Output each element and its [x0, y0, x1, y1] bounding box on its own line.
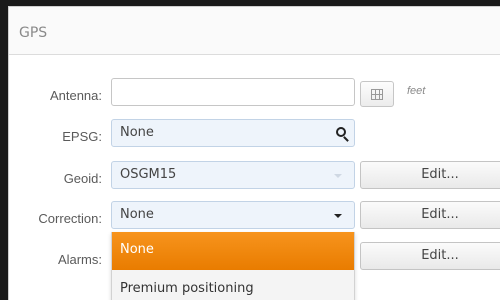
dropdown-option-premium-positioning[interactable]: Premium positioning: [112, 270, 354, 300]
alarms-label: Alarms:: [57, 252, 102, 267]
chevron-down-icon: [334, 214, 342, 218]
gps-panel: GPS Antenna: feet EPSG: None Geoid: OSGM…: [8, 6, 500, 300]
panel-title: GPS: [19, 25, 48, 41]
antenna-unit: feet: [407, 85, 426, 97]
epsg-field[interactable]: None: [111, 119, 355, 147]
panel-header: GPS: [9, 7, 500, 55]
correction-value: None: [120, 207, 154, 222]
alarms-edit-button[interactable]: Edit...: [360, 242, 500, 270]
chevron-down-icon: [334, 174, 342, 178]
correction-edit-button[interactable]: Edit...: [360, 201, 500, 229]
antenna-label: Antenna:: [49, 88, 102, 103]
geoid-select[interactable]: OSGM15: [111, 161, 355, 189]
dropdown-option-none[interactable]: None: [112, 232, 354, 270]
epsg-value: None: [120, 125, 154, 140]
search-icon[interactable]: [336, 127, 346, 137]
geoid-label: Geoid:: [63, 171, 102, 186]
correction-select[interactable]: None: [111, 201, 355, 229]
correction-label: Correction:: [38, 211, 102, 226]
antenna-field[interactable]: [111, 78, 355, 106]
geoid-edit-button[interactable]: Edit...: [360, 161, 500, 189]
grid-icon: [371, 89, 383, 100]
correction-dropdown-list: None Premium positioning: [111, 232, 355, 300]
epsg-label: EPSG:: [62, 129, 102, 144]
geoid-value: OSGM15: [120, 167, 177, 182]
antenna-input[interactable]: [120, 79, 354, 105]
antenna-picker-button[interactable]: [360, 81, 394, 107]
